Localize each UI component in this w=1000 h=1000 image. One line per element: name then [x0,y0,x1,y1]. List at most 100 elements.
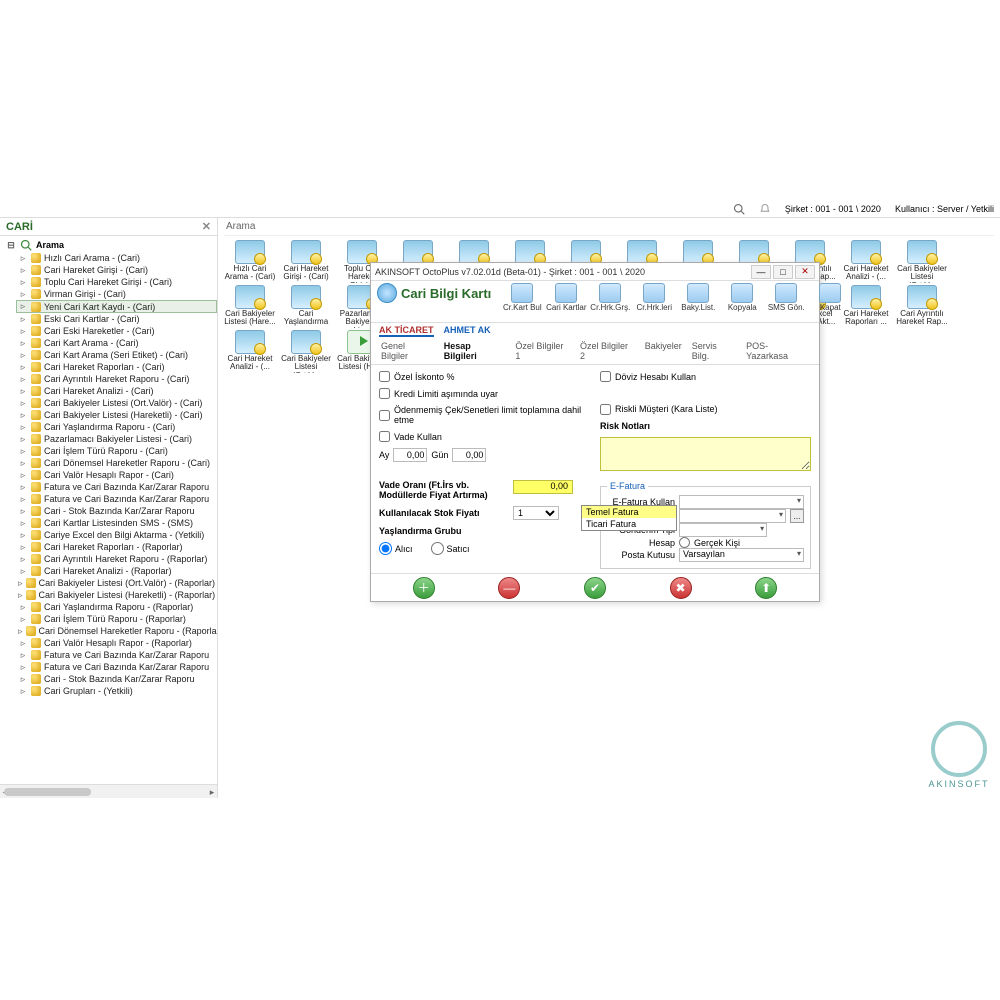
btn-ok[interactable]: ✔ [584,577,606,599]
chk-doviz[interactable]: Döviz Hesabı Kullan [600,371,811,382]
tree-item[interactable]: ▹Cari Bakiyeler Listesi (Hareketli) - (C… [16,409,217,421]
grid-item[interactable]: Cari Hareket Analizi - (... [224,330,276,373]
tree-item[interactable]: ▹Cari Bakiyeler Listesi (Hareketli) - (R… [16,589,217,601]
tree-item[interactable]: ▹Cari Dönemsel Hareketler Raporu - (Cari… [16,457,217,469]
chk-kredi-limiti[interactable]: Kredi Limiti aşımında uyar [379,388,590,399]
grid-item[interactable]: Cari Yaşlandırma ... [280,285,332,328]
radio-gercek-kisi[interactable]: Gerçek Kişi [679,537,740,548]
tree-item[interactable]: ▹Cari Grupları - (Yetkili) [16,685,217,697]
tree-item[interactable]: ▹Cari Kart Arama (Seri Etiket) - (Cari) [16,349,217,361]
input-vade-orani[interactable]: 0,00 [513,480,573,494]
btn-add[interactable]: ＋ [413,577,435,599]
tree-item[interactable]: ▹Cari Kartlar Listesinden SMS - (SMS) [16,517,217,529]
tree-item[interactable]: ▹Cari Bakiyeler Listesi (Ort.Valör) - (R… [16,577,217,589]
dlg-toolbar-btn[interactable]: Baky.List. [677,283,719,312]
dlg-tab[interactable]: Servis Bilg. [690,340,738,362]
tree-root-arama[interactable]: ⊟ Arama [4,238,217,252]
tree-item[interactable]: ▹Eski Cari Kartlar - (Cari) [16,313,217,325]
dlg-toolbar-btn[interactable]: Cari Kartlar [545,283,587,312]
search-icon[interactable] [733,203,745,215]
btn-senaryo-lookup[interactable]: ... [790,509,804,523]
tree-item[interactable]: ▹Fatura ve Cari Bazında Kar/Zarar Raporu [16,493,217,505]
maximize-button[interactable]: □ [773,265,793,279]
dlg-tab[interactable]: Özel Bilgiler 1 [513,340,572,362]
tree-item[interactable]: ▹Cari Ayrıntılı Hareket Raporu - (Cari) [16,373,217,385]
tree-item[interactable]: ▹Cari - Stok Bazında Kar/Zarar Raporu [16,673,217,685]
collapse-icon[interactable]: ⊟ [6,240,16,251]
close-icon[interactable]: ✕ [202,220,211,233]
select-efatura-kullan[interactable] [679,495,804,509]
tree-item[interactable]: ▹Cari Hareket Raporları - (Cari) [16,361,217,373]
select-senaryo[interactable] [679,509,786,523]
tree-item[interactable]: ▹Cari Ayrıntılı Hareket Raporu - (Raporl… [16,553,217,565]
tree-item[interactable]: ▹Cari Bakiyeler Listesi (Ort.Valör) - (C… [16,397,217,409]
dlg-toolbar-btn[interactable]: Cr.Kart Bul [501,283,543,312]
tree-item[interactable]: ▹Fatura ve Cari Bazında Kar/Zarar Raporu [16,481,217,493]
tree-item[interactable]: ▹Cari Hareket Analizi - (Raporlar) [16,565,217,577]
tree-item[interactable]: ▹Cari Hareket Raporları - (Raporlar) [16,541,217,553]
dlg-tab[interactable]: Bakiyeler [643,340,684,362]
tree-item[interactable]: ▹Cari İşlem Türü Raporu - (Cari) [16,445,217,457]
input-ay[interactable] [393,448,427,462]
tree-item[interactable]: ▹Cari Kart Arama - (Cari) [16,337,217,349]
select-gonderim[interactable] [679,523,767,537]
grid-item[interactable]: Cari Bakiyeler Listesi (Ort.V... [280,330,332,373]
dlg-tab[interactable]: Hesap Bilgileri [442,340,508,362]
dlg-toolbar-btn[interactable]: Kopyala [721,283,763,312]
tree-item[interactable]: ▹Cari İşlem Türü Raporu - (Raporlar) [16,613,217,625]
content-search-label[interactable]: Arama [224,218,994,236]
textarea-risk-notlari[interactable] [600,437,811,471]
chk-riskli[interactable]: Riskli Müşteri (Kara Liste) [600,404,811,415]
grid-item[interactable]: Cari Bakiyeler Listesi (Ort.V... [896,240,948,283]
tree-item[interactable]: ▹Toplu Cari Hareket Girişi - (Cari) [16,276,217,288]
dlg-toolbar-btn[interactable]: Kapat [809,283,851,312]
tree-item[interactable]: ▹Cari Dönemsel Hareketler Raporu - (Rapo… [16,625,217,637]
dlg-toolbar-btn[interactable]: Cr.Hrk.leri [633,283,675,312]
dropdown-option[interactable]: Ticari Fatura [582,518,676,530]
tree-item[interactable]: ▹Fatura ve Cari Bazında Kar/Zarar Raporu [16,661,217,673]
tree-item[interactable]: ▹Virman Girişi - (Cari) [16,288,217,300]
dlg-tab[interactable]: POS-Yazarkasa [744,340,811,362]
dropdown-senaryo-popup[interactable]: Temel Fatura Ticari Fatura [581,505,677,531]
grid-item[interactable]: Cari Hareket Girişi - (Cari) [280,240,332,283]
tree-item[interactable]: ▹Fatura ve Cari Bazında Kar/Zarar Raporu [16,649,217,661]
btn-exit[interactable]: ⬆ [755,577,777,599]
input-gun[interactable] [452,448,486,462]
dlg-toolbar-btn[interactable]: SMS Gön. [765,283,807,312]
bell-icon[interactable] [759,203,771,215]
subtab-ahmet-ak[interactable]: AHMET AK [444,325,491,337]
tree-item[interactable]: ▹Cari Hareket Analizi - (Cari) [16,385,217,397]
dropdown-option[interactable]: Temel Fatura [582,506,676,518]
dlg-toolbar-btn[interactable]: Cr.Hrk.Grş. [589,283,631,312]
tree-item[interactable]: ▹Cari - Stok Bazında Kar/Zarar Raporu [16,505,217,517]
tree-item[interactable]: ▹Pazarlamacı Bakiyeler Listesi - (Cari) [16,433,217,445]
select-posta-kutusu[interactable]: Varsayılan [679,548,804,562]
radio-alici[interactable]: Alıcı [379,542,413,555]
grid-item[interactable]: Cari Bakiyeler Listesi (Hare... [224,285,276,328]
tree-item[interactable]: ▹Hızlı Cari Arama - (Cari) [16,252,217,264]
grid-item[interactable]: Hızlı Cari Arama - (Cari) [224,240,276,283]
chk-odenmemis[interactable]: Ödenmemiş Çek/Senetleri limit toplamına … [379,405,590,425]
tree-item[interactable]: ▹Cari Valör Hesaplı Rapor - (Raporlar) [16,637,217,649]
dlg-tab[interactable]: Özel Bilgiler 2 [578,340,637,362]
btn-remove[interactable]: — [498,577,520,599]
subtab-ak-ticaret[interactable]: AK TİCARET [379,325,434,337]
tree-item[interactable]: ▹Cariye Excel den Bilgi Aktarma - (Yetki… [16,529,217,541]
minimize-button[interactable]: — [751,265,771,279]
tree-item[interactable]: ▹Cari Valör Hesaplı Rapor - (Cari) [16,469,217,481]
tree-hscrollbar[interactable]: ◂▸ [0,784,217,798]
chk-vade-kullan[interactable]: Vade Kullan [379,431,590,442]
tree-item[interactable]: ▹Cari Hareket Girişi - (Cari) [16,264,217,276]
select-stok-fiyati[interactable]: 1 [513,506,559,520]
tree-item[interactable]: ▹Yeni Cari Kart Kaydı - (Cari) [16,300,217,313]
tree-item[interactable]: ▹Cari Yaşlandırma Raporu - (Raporlar) [16,601,217,613]
grid-item[interactable]: Cari Ayrıntılı Hareket Rap... [896,285,948,328]
tree-item[interactable]: ▹Cari Eski Hareketler - (Cari) [16,325,217,337]
chk-ozel-iskonto[interactable]: Özel İskonto % [379,371,590,382]
close-button[interactable]: ✕ [795,265,815,279]
grid-item[interactable]: Cari Hareket Analizi - (... [840,240,892,283]
radio-satici[interactable]: Satıcı [431,542,470,555]
dlg-tab[interactable]: Genel Bilgiler [379,340,436,362]
btn-cancel[interactable]: ✖ [670,577,692,599]
tree-item[interactable]: ▹Cari Yaşlandırma Raporu - (Cari) [16,421,217,433]
